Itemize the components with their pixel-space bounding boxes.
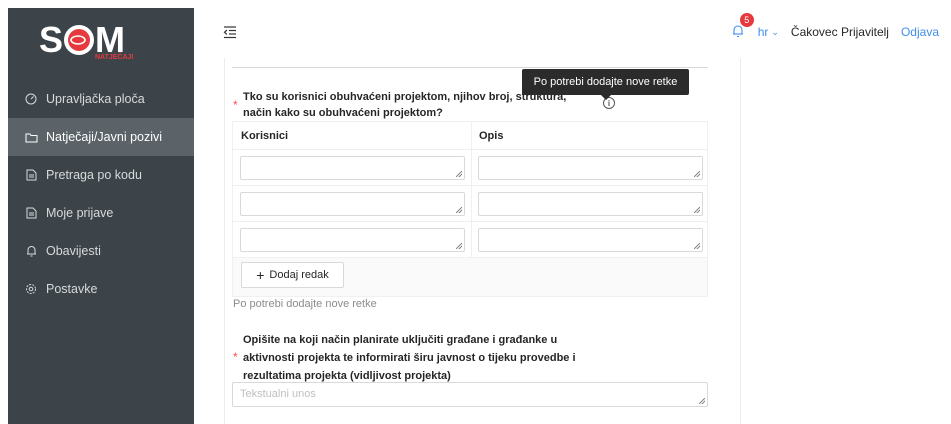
dashboard-icon xyxy=(24,92,38,106)
sidebar-item-label: Obavijesti xyxy=(46,244,101,258)
label-line: način kako su obuhvaćeni projektom? xyxy=(243,107,443,119)
chevron-down-icon: ⌄ xyxy=(771,26,779,37)
folder-icon xyxy=(24,130,38,144)
opis-textarea[interactable] xyxy=(478,192,703,216)
sidebar-item-notifications[interactable]: Obavijesti xyxy=(8,232,194,270)
column-divider xyxy=(471,122,472,258)
sidebar-item-label: Natječaji/Javni pozivi xyxy=(46,130,163,144)
column-header-opis: Opis xyxy=(479,130,504,142)
label-line: aktivnosti projekta te informirati širu … xyxy=(243,352,576,364)
logout-link[interactable]: Odjava xyxy=(901,25,939,39)
visibility-textarea[interactable]: Tekstualni unos xyxy=(232,382,708,407)
sidebar-item-label: Upravljačka ploča xyxy=(46,92,145,106)
gear-icon xyxy=(24,282,38,296)
korisnici-textarea[interactable] xyxy=(240,156,465,180)
sidebar-item-tenders[interactable]: Natječaji/Javni pozivi xyxy=(8,118,194,156)
sidebar: S M NATJEČAJI Upravljačka ploča Natječaj… xyxy=(8,8,194,424)
add-row-label: Dodaj redak xyxy=(269,269,329,281)
language-label: hr xyxy=(757,25,769,39)
required-asterisk: * xyxy=(233,350,238,364)
label-line: Tko su korisnici obuhvaćeni projektom, n… xyxy=(243,91,567,103)
divider xyxy=(232,67,708,68)
opis-textarea[interactable] xyxy=(478,156,703,180)
opis-textarea[interactable] xyxy=(478,228,703,252)
sidebar-item-my-applications[interactable]: Moje prijave xyxy=(8,194,194,232)
required-asterisk: * xyxy=(233,98,238,112)
svg-text:NATJEČAJI: NATJEČAJI xyxy=(95,52,133,60)
sidebar-item-settings[interactable]: Postavke xyxy=(8,270,194,308)
plus-icon: + xyxy=(256,267,265,283)
tooltip: Po potrebi dodajte nove retke xyxy=(522,69,689,100)
table-header: Korisnici Opis xyxy=(233,122,707,150)
language-selector[interactable]: hr ⌄ xyxy=(758,25,779,39)
app-logo[interactable]: S M NATJEČAJI xyxy=(8,8,194,70)
top-header: 5 hr ⌄ Čakovec Prijavitelj Odjava xyxy=(194,8,951,58)
user-name: Čakovec Prijavitelj xyxy=(790,25,889,39)
question-users-label: Tko su korisnici obuhvaćeni projektom, n… xyxy=(243,89,566,121)
document-icon xyxy=(24,206,38,220)
sidebar-item-label: Pretraga po kodu xyxy=(46,168,142,182)
add-row-button[interactable]: + Dodaj redak xyxy=(241,262,344,288)
sidebar-menu: Upravljačka ploča Natječaji/Javni pozivi… xyxy=(8,80,194,308)
question-visibility-label: Opišite na koji način planirate uključit… xyxy=(243,331,576,385)
help-text: Po potrebi dodajte nove retke xyxy=(233,298,377,310)
sidebar-item-label: Postavke xyxy=(46,282,98,296)
korisnici-textarea[interactable] xyxy=(240,192,465,216)
sidebar-item-search-by-code[interactable]: Pretraga po kodu xyxy=(8,156,194,194)
korisnici-textarea[interactable] xyxy=(240,228,465,252)
sidebar-item-dashboard[interactable]: Upravljačka ploča xyxy=(8,80,194,118)
bell-icon xyxy=(24,244,38,258)
svg-text:S: S xyxy=(39,19,63,60)
document-icon xyxy=(24,168,38,182)
users-table: Korisnici Opis + Dodaj redak xyxy=(232,121,708,297)
column-header-korisnici: Korisnici xyxy=(241,130,289,142)
notification-count-badge: 5 xyxy=(739,13,754,27)
notifications-bell-icon[interactable]: 5 xyxy=(732,13,754,40)
sidebar-item-label: Moje prijave xyxy=(46,206,114,220)
menu-collapse-icon[interactable] xyxy=(223,25,237,39)
label-line: Opišite na koji način planirate uključit… xyxy=(243,334,558,346)
